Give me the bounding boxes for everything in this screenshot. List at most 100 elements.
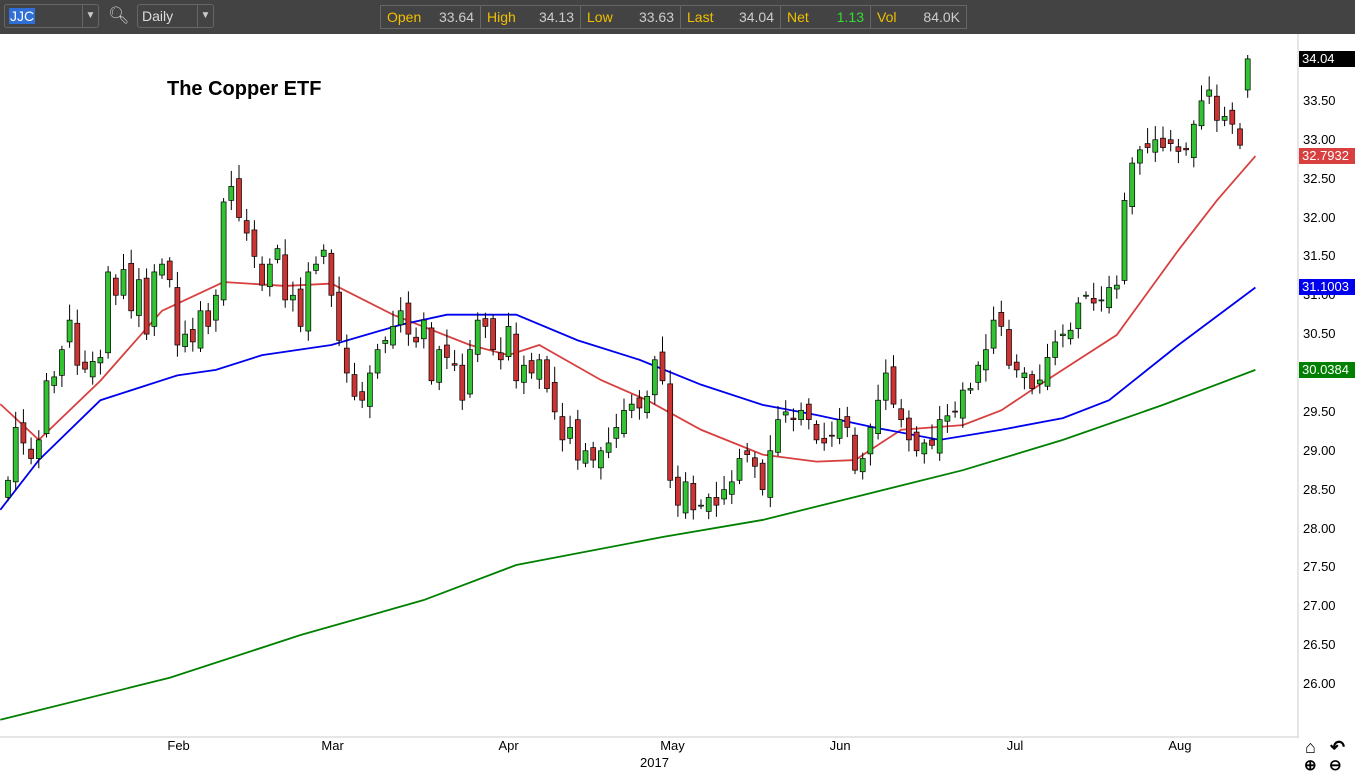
candle-down bbox=[675, 476, 681, 506]
candle-up bbox=[1036, 379, 1043, 385]
candle-down bbox=[28, 448, 34, 459]
candle-up bbox=[651, 359, 658, 396]
symbol-input[interactable]: JJC ▼ bbox=[4, 4, 99, 28]
candle-up bbox=[320, 249, 327, 257]
candle-down bbox=[790, 417, 797, 421]
candle-up bbox=[736, 458, 743, 481]
candle-up bbox=[136, 279, 142, 316]
price-tick: 28.00 bbox=[1303, 520, 1336, 536]
price-tick: 32.00 bbox=[1303, 209, 1336, 225]
candle-down bbox=[20, 422, 27, 444]
candle-down bbox=[1029, 374, 1035, 389]
quote-label: Low bbox=[587, 9, 613, 25]
candle-down bbox=[444, 344, 450, 358]
quote-value: 34.04 bbox=[738, 9, 774, 25]
candle-down bbox=[929, 439, 935, 446]
candle-up bbox=[598, 450, 604, 469]
candle-up bbox=[944, 415, 951, 422]
price-tick: 28.50 bbox=[1303, 481, 1336, 497]
quote-last: Last 34.04 bbox=[681, 6, 781, 28]
candle-up bbox=[182, 333, 188, 347]
candle-down bbox=[544, 359, 550, 389]
candle-up bbox=[151, 271, 158, 327]
candle-down bbox=[659, 351, 666, 382]
candle-up bbox=[1075, 302, 1082, 330]
candle-down bbox=[297, 288, 304, 327]
candle-up bbox=[105, 271, 111, 354]
candle-down bbox=[805, 403, 812, 421]
price-tick: 29.00 bbox=[1303, 442, 1336, 458]
toolbar: JJC ▼ 🔍︎ Daily ▼ Open 33.64 High 34.13 Low 33… bbox=[0, 0, 1355, 34]
quote-label: Net bbox=[787, 9, 809, 25]
symbol-value[interactable]: JJC bbox=[9, 8, 36, 24]
candle-down bbox=[844, 416, 851, 428]
candle-up bbox=[397, 310, 404, 326]
price-chart[interactable] bbox=[0, 34, 1355, 778]
price-tick: 33.00 bbox=[1303, 131, 1336, 147]
quote-label: Open bbox=[387, 9, 422, 25]
candle-down bbox=[451, 363, 458, 366]
candle-up bbox=[367, 372, 373, 407]
candle-up bbox=[66, 319, 73, 343]
candle-up bbox=[467, 349, 473, 395]
home-icon[interactable]: ⌂ bbox=[1305, 737, 1316, 758]
candle-down bbox=[636, 397, 643, 409]
candle-down bbox=[1006, 329, 1012, 366]
candle-down bbox=[759, 462, 766, 490]
candle-up bbox=[728, 481, 735, 495]
candle-up bbox=[1137, 149, 1143, 164]
quote-low: Low 33.63 bbox=[581, 6, 681, 28]
zoom-out-icon[interactable]: ⊖ bbox=[1329, 756, 1342, 774]
candle-up bbox=[959, 389, 966, 419]
candle-down bbox=[713, 497, 720, 506]
candle-up bbox=[1021, 372, 1028, 379]
candle-up bbox=[12, 427, 19, 483]
zoom-in-icon[interactable]: ⊕ bbox=[1304, 756, 1317, 774]
candle-down bbox=[913, 431, 920, 452]
ma-green-badge: 30.0384 bbox=[1299, 362, 1355, 378]
candle-down bbox=[998, 312, 1005, 327]
candle-down bbox=[189, 329, 196, 343]
candle-up bbox=[59, 349, 65, 376]
chevron-down-icon[interactable]: ▼ bbox=[197, 5, 213, 27]
candle-up bbox=[628, 403, 635, 411]
candle-down bbox=[813, 423, 820, 441]
candle-up bbox=[582, 450, 589, 464]
candle-up bbox=[197, 310, 204, 349]
candle-up bbox=[266, 263, 273, 288]
quote-label: Last bbox=[687, 9, 714, 25]
chevron-down-icon[interactable]: ▼ bbox=[82, 5, 98, 27]
candle-down bbox=[829, 434, 835, 437]
candle-up bbox=[43, 380, 50, 434]
candle-up bbox=[1044, 357, 1051, 387]
candle-up bbox=[1052, 341, 1059, 358]
candle-up bbox=[875, 399, 881, 434]
candle-down bbox=[282, 254, 289, 301]
candle-up bbox=[228, 186, 235, 201]
candle-down bbox=[821, 437, 828, 444]
candle-up bbox=[290, 294, 296, 301]
interval-select[interactable]: Daily ▼ bbox=[137, 4, 214, 28]
interval-value: Daily bbox=[142, 8, 174, 24]
candle-up bbox=[1098, 299, 1105, 302]
candle-down bbox=[1229, 109, 1236, 125]
candle-down bbox=[251, 229, 258, 257]
candle-up bbox=[621, 409, 627, 434]
candle-up bbox=[859, 458, 866, 473]
quote-value: 1.13 bbox=[836, 9, 864, 25]
search-icon[interactable]: 🔍︎ bbox=[108, 6, 130, 26]
candle-down bbox=[890, 366, 897, 405]
candle-up bbox=[51, 376, 58, 386]
candle-up bbox=[536, 359, 543, 380]
undo-icon[interactable]: ↶ bbox=[1330, 737, 1345, 758]
chart-title: The Copper ETF bbox=[167, 78, 322, 100]
price-tick: 27.50 bbox=[1303, 559, 1336, 575]
year-label: 2017 bbox=[640, 755, 669, 770]
candle-up bbox=[220, 201, 227, 301]
quote-bar: Open 33.64 High 34.13 Low 33.63 Last 34.04 Net 1.… bbox=[380, 5, 967, 29]
ma-blue-line bbox=[0, 286, 1256, 511]
ma-red-badge: 32.7932 bbox=[1299, 147, 1355, 164]
candle-up bbox=[1083, 294, 1089, 297]
candle-up bbox=[159, 263, 165, 276]
candle-up bbox=[936, 419, 943, 454]
